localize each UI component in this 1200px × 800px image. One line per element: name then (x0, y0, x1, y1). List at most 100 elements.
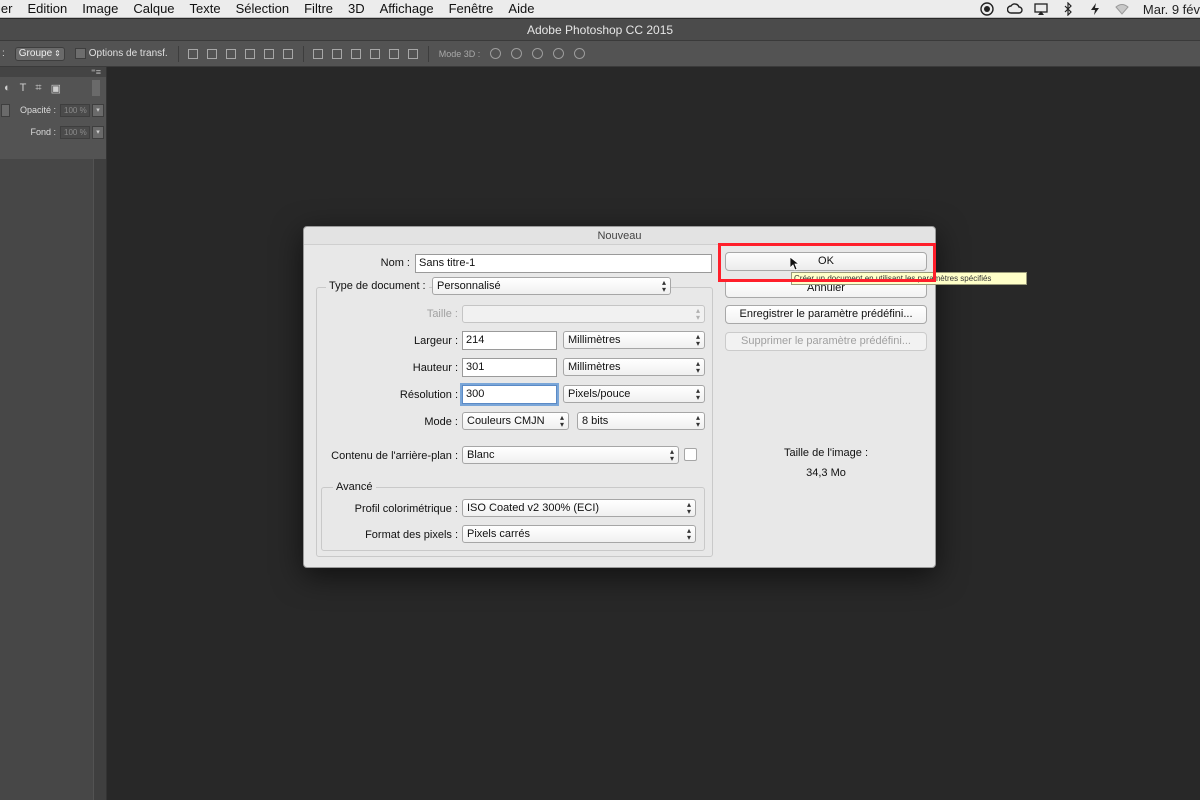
divider (302, 45, 304, 62)
updown-icon: ▴ ▾ (686, 500, 691, 516)
opacity-label: Opacité : (19, 105, 56, 115)
align-left-icon[interactable] (244, 48, 255, 59)
divider (427, 45, 429, 62)
background-color-swatch[interactable] (684, 448, 697, 461)
color-profile-select[interactable]: ISO Coated v2 300% (ECI) ▴ ▾ (462, 499, 696, 517)
updown-icon: ▴ ▾ (661, 278, 666, 294)
background-select[interactable]: Blanc ▴ ▾ (462, 446, 679, 464)
adjustment-filter-icon[interactable]: ◐ (4, 82, 11, 94)
distribute-hcenter-icon[interactable] (388, 48, 399, 59)
width-input[interactable]: 214 (462, 331, 557, 350)
layers-scrollbar[interactable] (94, 159, 106, 800)
color-mode-select[interactable]: Couleurs CMJN ▴ ▾ (462, 412, 569, 430)
opacity-dropdown[interactable]: ▾ (92, 103, 104, 117)
resolution-unit-value: Pixels/pouce (568, 388, 631, 400)
pan-3d-icon[interactable] (532, 48, 544, 59)
layers-list[interactable] (0, 159, 93, 800)
record-icon[interactable] (980, 2, 994, 16)
app-title-bar: Adobe Photoshop CC 2015 (0, 19, 1200, 41)
blend-mode-dropdown[interactable] (1, 103, 10, 117)
options-bar: : Groupe ⇕ Options de transf. Mode 3D : (0, 41, 1200, 67)
pixel-aspect-value: Pixels carrés (467, 528, 530, 540)
width-unit-value: Millimètres (568, 334, 621, 346)
airplay-icon[interactable] (1034, 2, 1048, 16)
smart-object-filter-icon[interactable]: ▣ (51, 82, 61, 95)
menu-edition[interactable]: Edition (27, 0, 67, 18)
menu-fenetre[interactable]: Fenêtre (449, 0, 494, 18)
color-mode-value: Couleurs CMJN (467, 415, 545, 427)
mode-3d-label: Mode 3D : (438, 48, 481, 59)
bit-depth-select[interactable]: 8 bits ▴ ▾ (577, 412, 705, 430)
size-select: ▴ ▾ (462, 305, 705, 323)
width-label: Largeur : (413, 335, 458, 347)
background-label: Contenu de l'arrière-plan : (331, 450, 458, 462)
resolution-label: Résolution : (399, 389, 458, 401)
transform-options-checkbox[interactable] (74, 48, 86, 59)
panel-menu-icon[interactable]: ⁼≡ (91, 67, 101, 77)
distribute-bottom-icon[interactable] (350, 48, 361, 59)
divider (177, 45, 179, 62)
bluetooth-icon[interactable] (1061, 1, 1075, 17)
distribute-top-icon[interactable] (312, 48, 323, 59)
orbit-3d-icon[interactable] (490, 48, 502, 59)
fill-input[interactable]: 100 % (60, 125, 90, 139)
updown-icon: ▴ ▾ (695, 306, 700, 322)
name-input[interactable]: Sans titre-1 (415, 254, 712, 273)
resolution-unit-select[interactable]: Pixels/pouce ▴ ▾ (563, 385, 705, 403)
power-icon[interactable] (1088, 2, 1102, 16)
align-top-icon[interactable] (187, 48, 198, 59)
name-label: Nom : (380, 257, 410, 269)
color-profile-value: ISO Coated v2 300% (ECI) (467, 502, 600, 514)
doctype-value: Personnalisé (437, 280, 501, 292)
pixel-aspect-label: Format des pixels : (365, 529, 458, 541)
opacity-input[interactable]: 100 % (60, 103, 90, 117)
doctype-select[interactable]: Personnalisé ▴ ▾ (432, 277, 671, 295)
status-icons: Mar. 9 fév (967, 0, 1200, 18)
distribute-left-icon[interactable] (369, 48, 380, 59)
width-unit-select[interactable]: Millimètres ▴ ▾ (563, 331, 705, 349)
pixel-aspect-select[interactable]: Pixels carrés ▴ ▾ (462, 525, 696, 543)
updown-icon: ▴ ▾ (695, 386, 700, 402)
menu-3d[interactable]: 3D (348, 0, 365, 18)
align-right-icon[interactable] (282, 48, 293, 59)
menu-fichier[interactable]: ier (0, 0, 12, 18)
distribute-right-icon[interactable] (407, 48, 418, 59)
auto-select-dropdown[interactable]: Groupe ⇕ (14, 46, 65, 61)
align-vcenter-icon[interactable] (206, 48, 217, 59)
creative-cloud-icon[interactable] (1006, 2, 1023, 16)
resolution-input[interactable]: 300 (462, 385, 557, 404)
doctype-label: Type de document : (326, 280, 429, 292)
align-bottom-icon[interactable] (225, 48, 236, 59)
menu-affichage[interactable]: Affichage (380, 0, 434, 18)
image-size-label: Taille de l'image : (783, 447, 869, 459)
clock[interactable]: Mar. 9 fév (1143, 2, 1200, 17)
align-hcenter-icon[interactable] (263, 48, 274, 59)
shape-filter-icon[interactable]: ⌗ (35, 82, 41, 95)
fill-dropdown[interactable]: ▾ (92, 125, 104, 139)
delete-preset-button: Supprimer le paramètre prédéfini... (725, 332, 927, 351)
background-value: Blanc (467, 449, 495, 461)
menu-selection[interactable]: Sélection (236, 0, 289, 18)
save-preset-button[interactable]: Enregistrer le paramètre prédéfini... (725, 305, 927, 324)
slide-3d-icon[interactable] (553, 48, 565, 59)
wifi-icon[interactable] (1115, 2, 1129, 16)
transform-options-label: Options de transf. (88, 48, 168, 59)
menu-aide[interactable]: Aide (508, 0, 534, 18)
updown-icon: ▴ ▾ (669, 447, 674, 463)
color-profile-label: Profil colorimétrique : (354, 503, 458, 515)
height-input[interactable]: 301 (462, 358, 557, 377)
updown-icon: ▴ ▾ (695, 332, 700, 348)
filter-toggle[interactable] (92, 80, 100, 96)
height-unit-select[interactable]: Millimètres ▴ ▾ (563, 358, 705, 376)
ok-highlight-box (718, 243, 936, 282)
menu-texte[interactable]: Texte (190, 0, 221, 18)
type-filter-icon[interactable]: T (20, 82, 27, 94)
menu-image[interactable]: Image (82, 0, 118, 18)
roll-3d-icon[interactable] (511, 48, 523, 59)
menu-filtre[interactable]: Filtre (304, 0, 333, 18)
size-label: Taille : (426, 308, 458, 320)
bit-depth-value: 8 bits (582, 415, 609, 427)
scale-3d-icon[interactable] (574, 48, 586, 59)
menu-calque[interactable]: Calque (133, 0, 174, 18)
distribute-vcenter-icon[interactable] (331, 48, 342, 59)
